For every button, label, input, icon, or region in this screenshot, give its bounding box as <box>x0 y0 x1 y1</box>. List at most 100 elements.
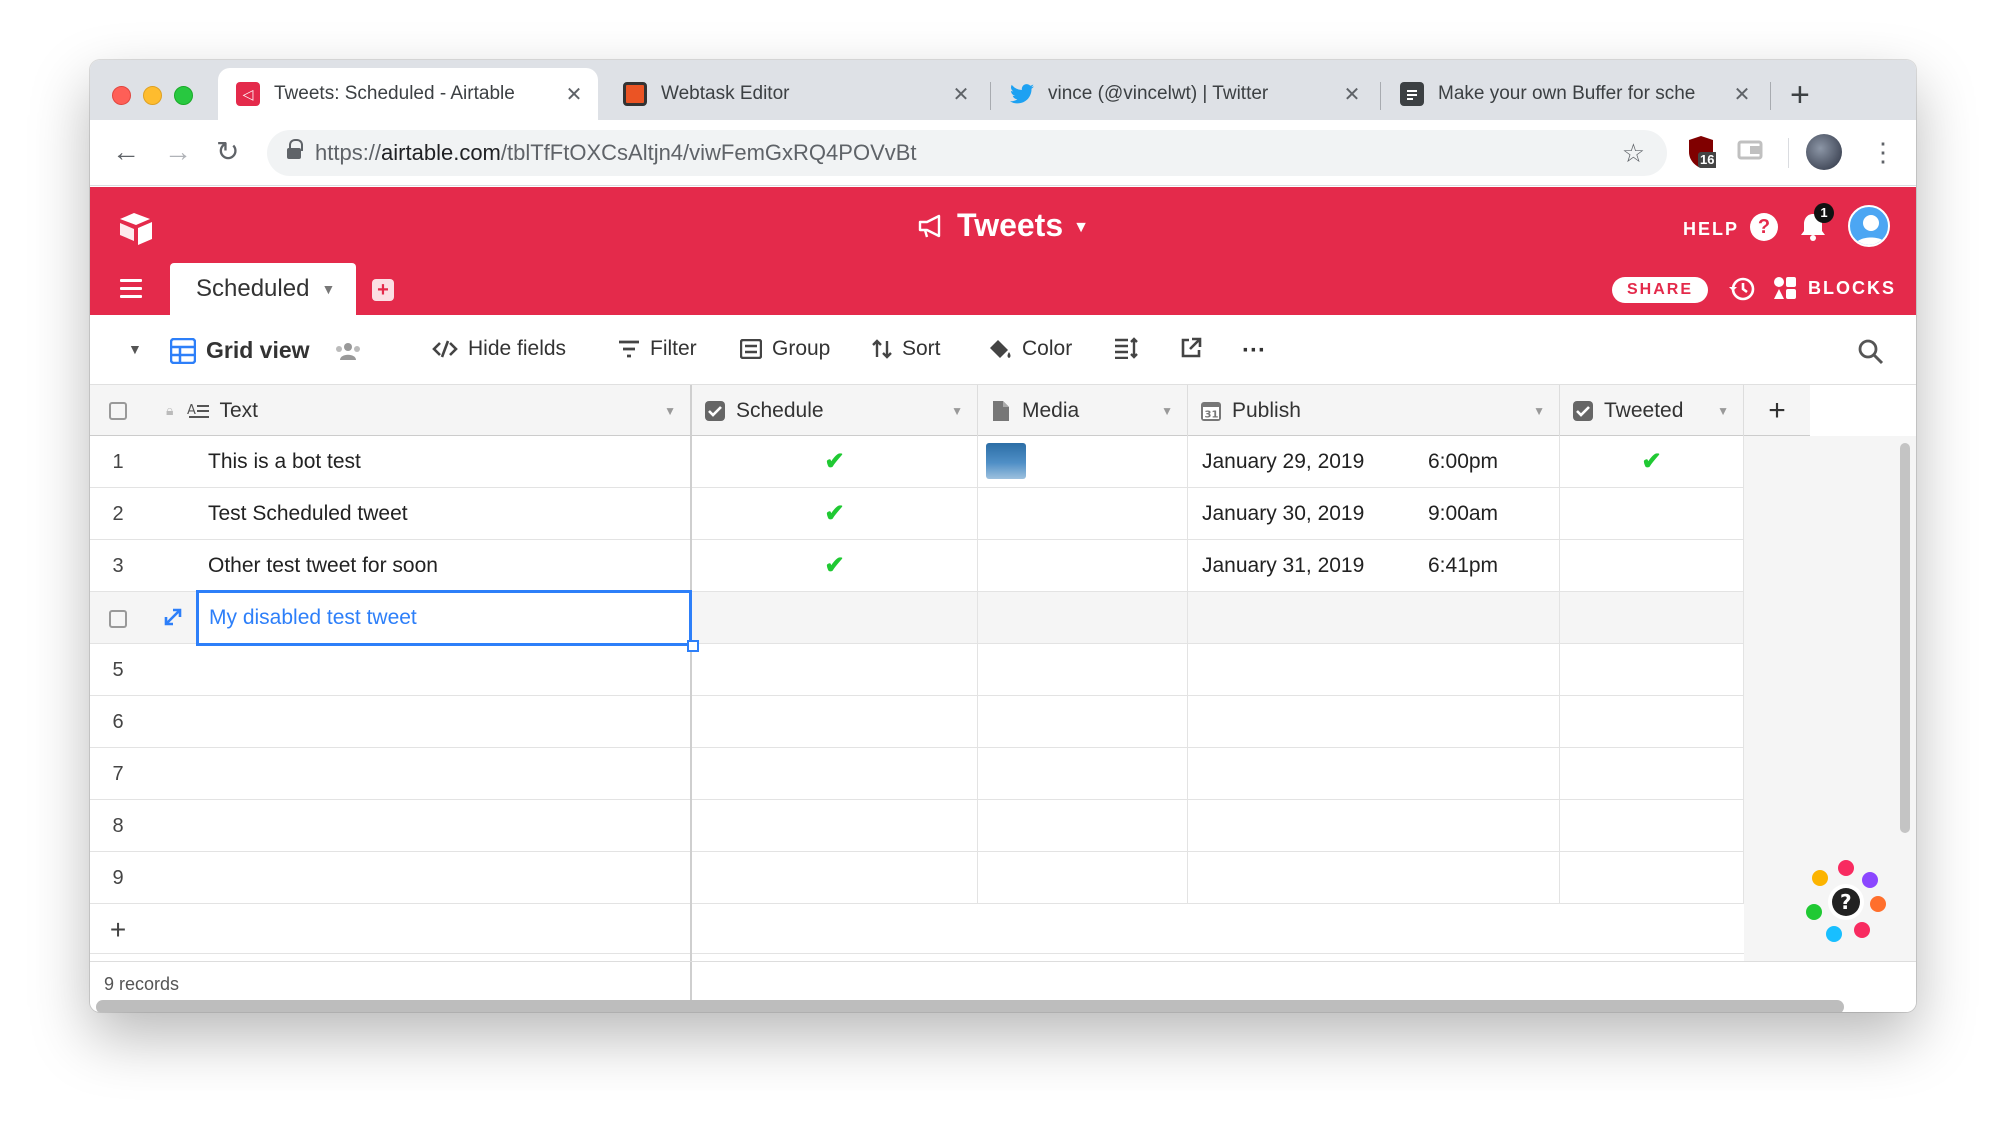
table-row[interactable]: 1 This is a bot test ✔ January 29, 2019 … <box>90 436 1744 488</box>
column-header-schedule[interactable]: Schedule ▼ <box>692 385 978 436</box>
table-row[interactable]: 8 <box>90 800 1744 852</box>
media-cell[interactable] <box>978 852 1188 904</box>
help-link[interactable]: HELP <box>1683 219 1739 240</box>
hamburger-menu-icon[interactable] <box>120 279 142 303</box>
schedule-cell[interactable] <box>692 644 978 696</box>
table-row[interactable]: 7 <box>90 748 1744 800</box>
more-options-icon[interactable]: ··· <box>1242 337 1266 365</box>
publish-cell[interactable] <box>1188 644 1560 696</box>
media-cell[interactable] <box>978 436 1188 488</box>
base-title[interactable]: Tweets ▼ <box>90 207 1916 244</box>
support-help-widget[interactable]: ? <box>1804 860 1888 944</box>
share-view-button[interactable] <box>1180 337 1212 359</box>
column-header-tweeted[interactable]: Tweeted ▼ <box>1560 385 1744 436</box>
back-arrow-icon[interactable]: ← <box>112 132 140 172</box>
browser-tab-buffer-doc[interactable]: Make your own Buffer for sche ✕ <box>1382 68 1766 120</box>
table-row[interactable]: 5 <box>90 644 1744 696</box>
tweeted-cell[interactable] <box>1560 488 1744 540</box>
media-cell[interactable] <box>978 800 1188 852</box>
hide-fields-button[interactable]: Hide fields <box>432 337 566 361</box>
color-button[interactable]: Color <box>988 337 1072 361</box>
minimize-window-button[interactable] <box>143 86 162 105</box>
expand-record-icon[interactable] <box>162 606 184 633</box>
schedule-cell[interactable] <box>692 748 978 800</box>
tweeted-cell[interactable] <box>1560 748 1744 800</box>
view-switcher[interactable]: Grid view <box>170 337 372 364</box>
tweeted-cell[interactable] <box>1560 800 1744 852</box>
column-header-publish[interactable]: 31 Publish ▼ <box>1188 385 1560 436</box>
tweeted-cell[interactable] <box>1560 540 1744 592</box>
select-all-checkbox[interactable] <box>90 385 146 436</box>
text-cell[interactable]: This is a bot test <box>208 436 690 488</box>
chevron-down-icon[interactable]: ▼ <box>664 404 676 418</box>
cast-extension-icon[interactable] <box>1736 136 1766 166</box>
browser-tab-webtask[interactable]: Webtask Editor ✕ <box>605 68 985 120</box>
publish-cell[interactable]: January 29, 2019 6:00pm <box>1188 436 1560 488</box>
schedule-cell[interactable] <box>692 852 978 904</box>
sort-button[interactable]: Sort <box>872 337 941 361</box>
schedule-cell[interactable] <box>692 800 978 852</box>
tweeted-cell[interactable]: ✔ <box>1560 436 1744 488</box>
browser-tab-twitter[interactable]: vince (@vincelwt) | Twitter ✕ <box>992 68 1376 120</box>
tweeted-cell[interactable] <box>1560 696 1744 748</box>
publish-cell[interactable] <box>1188 748 1560 800</box>
chevron-down-icon[interactable]: ▼ <box>1533 404 1545 418</box>
selected-text-cell[interactable]: My disabled test tweet <box>196 590 692 646</box>
close-tab-icon[interactable]: ✕ <box>560 82 588 107</box>
profile-avatar[interactable] <box>1806 134 1842 170</box>
close-window-button[interactable] <box>112 86 131 105</box>
chevron-down-icon[interactable]: ▼ <box>1717 404 1729 418</box>
media-cell[interactable] <box>978 696 1188 748</box>
schedule-cell[interactable]: ✔ <box>692 436 978 488</box>
table-row[interactable]: 3 Other test tweet for soon ✔ January 31… <box>90 540 1744 592</box>
horizontal-scrollbar[interactable] <box>96 1000 1844 1012</box>
row-height-button[interactable] <box>1114 337 1148 359</box>
publish-cell[interactable] <box>1188 696 1560 748</box>
filter-button[interactable]: Filter <box>618 337 697 361</box>
publish-cell[interactable] <box>1188 800 1560 852</box>
browser-tab-airtable[interactable]: ◁ Tweets: Scheduled - Airtable ✕ <box>218 68 598 120</box>
media-cell[interactable] <box>978 748 1188 800</box>
close-tab-icon[interactable]: ✕ <box>1338 82 1366 107</box>
table-row[interactable]: 6 <box>90 696 1744 748</box>
tweeted-cell[interactable] <box>1560 592 1744 644</box>
ublock-extension-icon[interactable]: 16 <box>1686 136 1718 170</box>
add-record-row[interactable]: + <box>90 904 1744 954</box>
reload-icon[interactable]: ↻ <box>216 132 239 172</box>
user-avatar[interactable] <box>1848 205 1890 247</box>
search-icon[interactable] <box>1858 339 1884 365</box>
blocks-button[interactable]: BLOCKS <box>1772 275 1896 301</box>
add-table-button[interactable]: + <box>372 279 394 301</box>
new-tab-button[interactable]: + <box>1790 78 1810 112</box>
tweeted-cell[interactable] <box>1560 644 1744 696</box>
media-cell[interactable] <box>978 488 1188 540</box>
row-checkbox[interactable] <box>90 592 146 644</box>
media-cell[interactable] <box>978 644 1188 696</box>
media-cell[interactable] <box>978 540 1188 592</box>
share-button[interactable]: SHARE <box>1612 277 1708 303</box>
add-record-button[interactable]: + <box>90 904 146 956</box>
collapse-sidebar-icon[interactable]: ▼ <box>128 341 142 357</box>
table-row[interactable]: 9 <box>90 852 1744 904</box>
tab-scheduled[interactable]: Scheduled ▼ <box>170 263 356 315</box>
group-button[interactable]: Group <box>740 337 830 361</box>
media-cell[interactable] <box>978 592 1188 644</box>
table-row[interactable]: 2 Test Scheduled tweet ✔ January 30, 201… <box>90 488 1744 540</box>
bookmark-star-icon[interactable]: ☆ <box>1622 138 1645 169</box>
attachment-thumbnail[interactable] <box>986 443 1026 479</box>
chevron-down-icon[interactable]: ▼ <box>951 404 963 418</box>
close-tab-icon[interactable]: ✕ <box>1728 82 1756 107</box>
chrome-menu-icon[interactable]: ⋮ <box>1870 132 1896 172</box>
schedule-cell[interactable] <box>692 696 978 748</box>
text-cell[interactable]: Other test tweet for soon <box>208 540 690 592</box>
column-header-text[interactable]: 🔒︎ A Text ▼ <box>146 385 690 436</box>
chevron-down-icon[interactable]: ▼ <box>1161 404 1173 418</box>
vertical-scrollbar[interactable] <box>1900 443 1910 833</box>
add-field-button[interactable]: + <box>1744 385 1810 436</box>
text-cell[interactable]: Test Scheduled tweet <box>208 488 690 540</box>
fill-handle[interactable] <box>687 640 699 652</box>
publish-cell[interactable]: January 31, 2019 6:41pm <box>1188 540 1560 592</box>
publish-cell[interactable] <box>1188 852 1560 904</box>
close-tab-icon[interactable]: ✕ <box>947 82 975 107</box>
schedule-cell[interactable]: ✔ <box>692 540 978 592</box>
